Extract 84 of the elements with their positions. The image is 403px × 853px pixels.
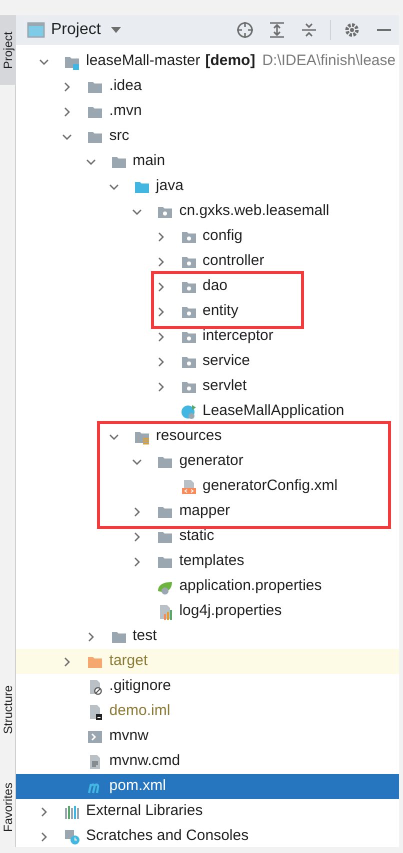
node-name: resources (156, 426, 222, 446)
scratches-icon (64, 828, 80, 844)
tree-row[interactable]: target (16, 649, 399, 674)
tree-row[interactable]: .idea (16, 74, 399, 99)
node-name: log4j.properties (179, 601, 282, 622)
node-name: .idea (109, 76, 142, 96)
node-name: generator (179, 451, 244, 472)
tree-row[interactable]: .gitignore (16, 674, 399, 699)
node-name: target (109, 651, 148, 672)
expand-all-icon[interactable] (268, 21, 286, 39)
tool-window-tab[interactable]: Structure (0, 675, 16, 745)
module-tag: [demo] (205, 50, 256, 73)
node-name: test (132, 626, 157, 646)
node-name: servlet (202, 376, 247, 396)
tool-window-tab[interactable]: Favorites (0, 775, 16, 840)
tree-row[interactable]: config (16, 224, 399, 249)
window-icon (27, 22, 45, 38)
tree-row[interactable]: generatorConfig.xml (16, 474, 399, 499)
node-name: External Libraries (86, 801, 203, 822)
node-name: generatorConfig.xml (202, 476, 338, 496)
node-name: mapper (179, 501, 230, 522)
tree-row[interactable]: servlet (16, 374, 399, 399)
tree-row[interactable]: interceptor (16, 324, 399, 349)
tree-row[interactable]: entity (16, 299, 399, 324)
node-name: .mvn (109, 101, 142, 122)
tree-row[interactable]: demo.iml (16, 699, 399, 724)
ignored-file-icon (87, 678, 104, 694)
node-name: controller (202, 251, 264, 272)
tree-row[interactable]: java (16, 174, 399, 199)
node-name: demo.iml (109, 701, 170, 722)
tool-window-tab[interactable]: Project (0, 15, 16, 85)
tree-row[interactable]: mvnw (16, 724, 399, 749)
crosshair-icon[interactable] (236, 21, 254, 39)
node-name: dao (202, 276, 228, 296)
file-icon (87, 704, 104, 720)
tree-row[interactable]: leaseMall-master [demo] D:\IDEA\finish\lease (16, 49, 399, 74)
tree-row[interactable]: External Libraries (16, 799, 399, 824)
tree-row[interactable]: mvnw.cmd (16, 749, 399, 774)
node-name: config (202, 226, 243, 246)
dropdown-caret-icon[interactable] (110, 27, 121, 33)
tree-row[interactable]: dao (16, 274, 399, 299)
node-name: templates (179, 551, 244, 572)
node-name: interceptor (202, 326, 274, 346)
module-path: D:\IDEA\finish\lease (262, 51, 396, 72)
node-name: LeaseMallApplication (202, 401, 344, 422)
node-name: mvnw (109, 726, 148, 746)
tree-row[interactable]: resources (16, 424, 399, 449)
tree-row[interactable]: templates (16, 549, 399, 574)
tree-row[interactable]: application.properties (16, 574, 399, 599)
node-name: .gitignore (109, 676, 172, 696)
tree-row[interactable]: controller (16, 249, 399, 274)
tree-row[interactable]: test (16, 624, 399, 649)
node-name: java (156, 176, 184, 196)
tree-row[interactable]: service (16, 349, 399, 374)
terminal-icon (87, 728, 104, 744)
libraries-icon (64, 804, 80, 820)
tree-row[interactable]: .mvn (16, 99, 399, 124)
node-name: leaseMall-master (86, 51, 200, 72)
node-name: cn.gxks.web.leasemall (179, 201, 330, 222)
tree-row[interactable]: pom.xml (16, 774, 399, 799)
node-name: static (179, 526, 214, 546)
settings-icon[interactable] (343, 21, 361, 39)
tree-row[interactable]: main (16, 149, 399, 174)
xml-file-icon (180, 478, 196, 494)
class-icon (180, 404, 196, 420)
tree-row[interactable]: src (16, 124, 399, 149)
node-name: entity (202, 301, 238, 322)
tree-row[interactable]: log4j.properties (16, 599, 399, 624)
node-name: src (109, 126, 130, 146)
node-name: mvnw.cmd (109, 751, 180, 772)
node-name: service (202, 351, 250, 372)
tree-row[interactable]: mapper (16, 499, 399, 524)
tree-row[interactable]: cn.gxks.web.leasemall (16, 199, 399, 224)
tree-row[interactable]: static (16, 524, 399, 549)
node-name: pom.xml (109, 776, 166, 796)
tree-row[interactable]: LeaseMallApplication (16, 399, 399, 424)
node-name: application.properties (179, 576, 322, 596)
collapse-all-icon[interactable] (300, 21, 318, 39)
panel-title: Project (51, 20, 101, 40)
tree-row[interactable]: generator (16, 449, 399, 474)
tree-row[interactable]: Scratches and Consoles (16, 824, 399, 847)
node-name: main (132, 151, 166, 172)
node-name: Scratches and Consoles (86, 826, 249, 846)
properties-file-icon (157, 604, 174, 620)
